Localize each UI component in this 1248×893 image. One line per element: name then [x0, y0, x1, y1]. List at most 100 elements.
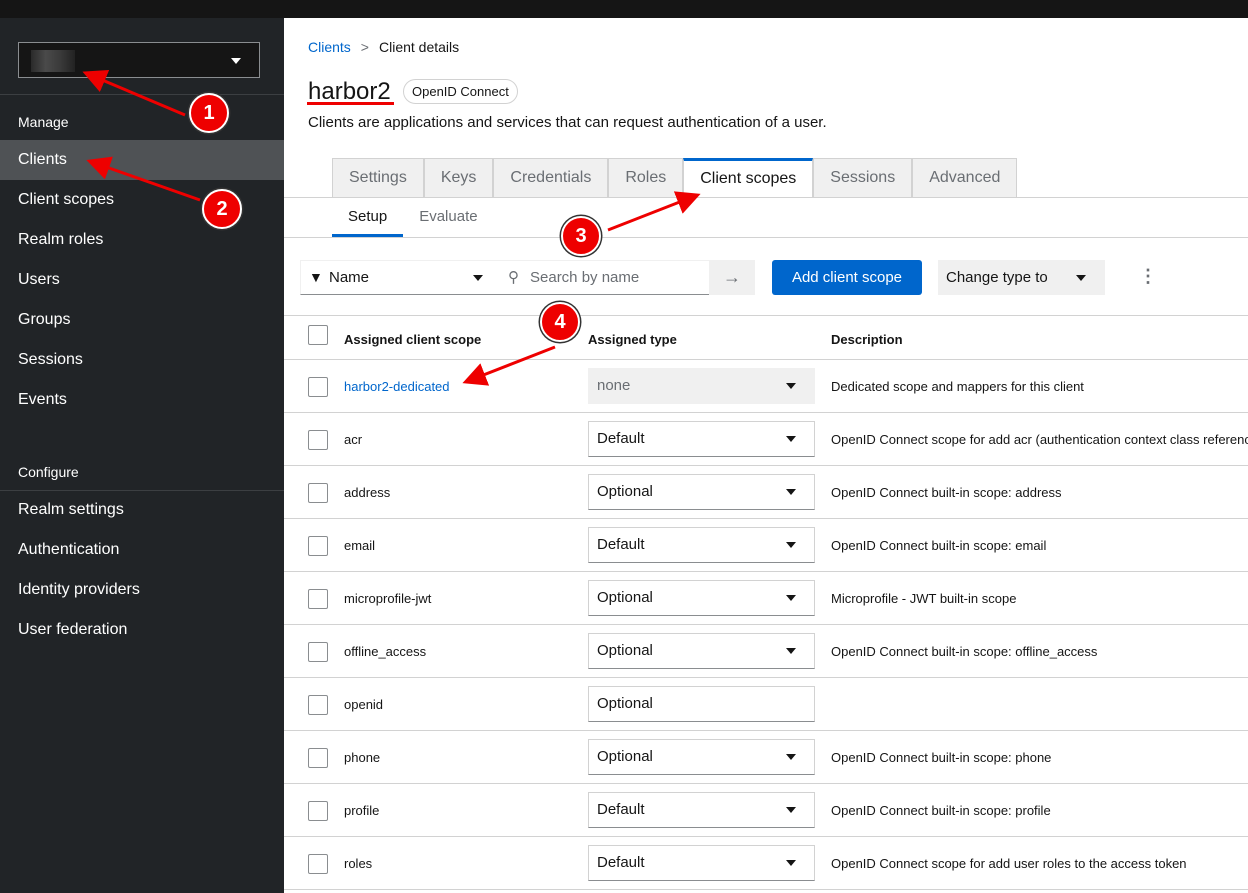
search-placeholder: Search by name	[530, 269, 640, 286]
table-row: acr Default OpenID Connect scope for add…	[284, 413, 1248, 466]
caret-down-icon	[786, 489, 796, 495]
caret-down-icon	[786, 754, 796, 760]
annotation-marker-3: 3	[561, 216, 601, 256]
breadcrumb-clients[interactable]: Clients	[308, 39, 351, 55]
sidebar-item-client-scopes[interactable]: Client scopes	[0, 180, 284, 220]
table-row: openid Optional	[284, 678, 1248, 731]
assigned-type-value: Default	[597, 536, 645, 553]
top-bar	[0, 0, 1248, 18]
tab-advanced[interactable]: Advanced	[912, 158, 1018, 198]
change-type-dropdown[interactable]: Change type to	[938, 260, 1105, 295]
sidebar-item-realm-settings[interactable]: Realm settings	[0, 490, 284, 530]
table-row: offline_access Optional OpenID Connect b…	[284, 625, 1248, 678]
sidebar-item-realm-roles[interactable]: Realm roles	[0, 220, 284, 260]
scope-name: address	[344, 485, 391, 500]
sidebar-item-user-federation[interactable]: User federation	[0, 610, 284, 650]
sidebar-item-authentication[interactable]: Authentication	[0, 530, 284, 570]
row-checkbox[interactable]	[308, 483, 328, 503]
row-checkbox[interactable]	[308, 748, 328, 768]
sidebar-item-clients[interactable]: Clients	[0, 140, 284, 180]
realm-name-redacted	[31, 50, 75, 72]
search-submit-button[interactable]: →	[709, 260, 755, 295]
sidebar-item-identity-providers[interactable]: Identity providers	[0, 570, 284, 610]
caret-down-icon	[786, 542, 796, 548]
select-all-checkbox[interactable]	[308, 325, 328, 345]
assigned-type-select[interactable]: Default	[588, 792, 815, 828]
scope-description: OpenID Connect built-in scope: email	[831, 538, 1047, 553]
assigned-type-value: Optional	[597, 642, 653, 659]
assigned-type-value: Default	[597, 854, 645, 871]
table-row: harbor2-dedicated none Dedicated scope a…	[284, 360, 1248, 413]
main-content: Clients > Client details harbor2 OpenID Co…	[284, 18, 1248, 893]
assigned-type-select[interactable]: Default	[588, 421, 815, 457]
assigned-type-select[interactable]: Optional	[588, 633, 815, 669]
column-header: Assigned type	[588, 332, 677, 347]
assigned-type-select[interactable]: Default	[588, 845, 815, 881]
scope-name: offline_access	[344, 644, 427, 659]
subtab-setup[interactable]: Setup	[332, 200, 404, 237]
assigned-type-value: Default	[597, 801, 645, 818]
assigned-type-select[interactable]: Optional	[588, 474, 815, 510]
tab-settings[interactable]: Settings	[332, 158, 424, 198]
caret-down-icon	[786, 648, 796, 654]
realm-selector[interactable]	[18, 42, 260, 78]
row-checkbox[interactable]	[308, 854, 328, 874]
row-checkbox[interactable]	[308, 695, 328, 715]
assigned-type-select[interactable]: Optional	[588, 580, 815, 616]
assigned-type-value: Optional	[597, 748, 653, 765]
change-type-label: Change type to	[946, 269, 1048, 286]
scope-description: Microprofile - JWT built-in scope	[831, 591, 1017, 606]
scope-description: Dedicated scope and mappers for this cli…	[831, 379, 1084, 394]
row-checkbox[interactable]	[308, 536, 328, 556]
search-input[interactable]: ⚲ Search by name	[500, 260, 709, 295]
assigned-type-select[interactable]: Default	[588, 527, 815, 563]
scope-name: profile	[344, 803, 380, 818]
caret-down-icon	[786, 807, 796, 813]
scope-name: openid	[344, 697, 384, 712]
assigned-type-select: none	[588, 368, 815, 404]
sidebar-item-sessions[interactable]: Sessions	[0, 340, 284, 380]
filter-label: Name	[329, 269, 370, 286]
tab-sessions[interactable]: Sessions	[813, 158, 913, 198]
breadcrumb-separator: >	[360, 39, 369, 55]
scope-name[interactable]: harbor2-dedicated	[344, 379, 450, 394]
kebab-menu-icon[interactable]: ⋮	[1139, 266, 1157, 287]
assigned-type-value: Optional	[597, 483, 653, 500]
scope-name: email	[344, 538, 376, 553]
assigned-type-value: none	[597, 377, 631, 394]
table-row: email Default OpenID Connect built-in sc…	[284, 519, 1248, 572]
assigned-type-value: Optional	[597, 589, 653, 606]
add-client-scope-button[interactable]: Add client scope	[772, 260, 922, 295]
row-checkbox[interactable]	[308, 801, 328, 821]
scope-name: microprofile-jwt	[344, 591, 432, 606]
breadcrumb: Clients > Client details	[308, 39, 459, 55]
scope-description: OpenID Connect scope for add user roles …	[831, 856, 1187, 871]
assigned-type-select[interactable]: Optional	[588, 739, 815, 775]
scope-name: roles	[344, 856, 373, 871]
row-checkbox[interactable]	[308, 430, 328, 450]
tab-credentials[interactable]: Credentials	[493, 158, 609, 198]
column-header: Assigned client scope	[344, 332, 482, 347]
annotation-marker-2: 2	[202, 189, 242, 229]
sidebar-item-groups[interactable]: Groups	[0, 300, 284, 340]
tabs: Settings Keys Credentials Roles Client scope…	[332, 158, 1018, 198]
annotation-marker-4: 4	[540, 302, 580, 342]
sidebar-item-events[interactable]: Events	[0, 380, 284, 420]
table-row: profile Default OpenID Connect built-in …	[284, 784, 1248, 837]
sidebar-item-users[interactable]: Users	[0, 260, 284, 300]
tab-keys[interactable]: Keys	[423, 158, 494, 198]
row-checkbox[interactable]	[308, 377, 328, 397]
assigned-type-select[interactable]: Optional	[588, 686, 815, 722]
row-checkbox[interactable]	[308, 642, 328, 662]
row-checkbox[interactable]	[308, 589, 328, 609]
tab-roles[interactable]: Roles	[608, 158, 684, 198]
filter-dropdown[interactable]: ▼ Name	[300, 260, 500, 295]
tab-client-scopes[interactable]: Client scopes	[683, 158, 814, 198]
scope-description: OpenID Connect built-in scope: phone	[831, 750, 1052, 765]
filter-icon: ▼	[309, 269, 323, 285]
divider	[284, 237, 1248, 238]
caret-down-icon	[786, 436, 796, 442]
subtab-evaluate[interactable]: Evaluate	[403, 200, 493, 237]
annotation-marker-1: 1	[189, 93, 229, 133]
table-row: microprofile-jwt Optional Microprofile -…	[284, 572, 1248, 625]
